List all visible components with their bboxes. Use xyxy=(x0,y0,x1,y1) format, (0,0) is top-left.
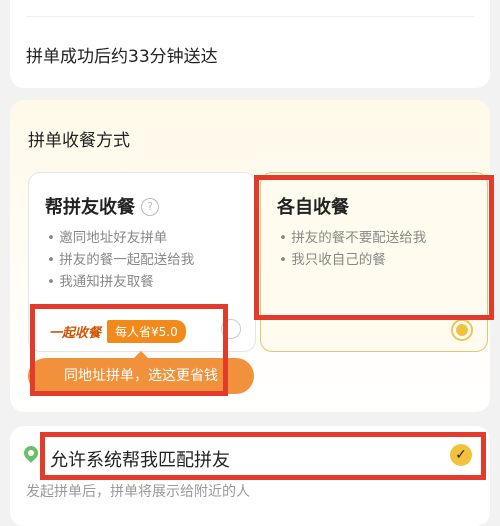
option-bullets: • 拼友的餐不要配送给我 • 我只收自己的餐 xyxy=(279,227,426,271)
match-description: 发起拼单后，拼单将展示给附近的人 xyxy=(26,484,250,500)
match-card: 允许系统帮我匹配拼友 ✓ 发起拼单后，拼单将展示给附近的人 xyxy=(10,426,490,526)
bullet-item: • 拼友的餐不要配送给我 xyxy=(279,230,427,246)
option-collect-separately[interactable]: 各自收餐 • 拼友的餐不要配送给我 • 我只收自己的餐 xyxy=(260,172,488,352)
bullet-item: • 邀同地址好友拼单 xyxy=(47,230,168,246)
delivery-card: 拼单成功后约33分钟送达 xyxy=(10,0,490,88)
section-title: 拼单收餐方式 xyxy=(28,131,130,151)
savings-badge: 每人省¥5.0 xyxy=(107,319,186,343)
option-title: 帮拼友收餐? xyxy=(45,193,159,219)
option-radio-selected[interactable] xyxy=(451,319,473,341)
bullet-item: • 我只收自己的餐 xyxy=(279,252,386,268)
savings-tag: 一起收餐 每人省¥5.0 xyxy=(49,319,186,343)
bullet-item: • 拼友的餐一起配送给我 xyxy=(47,252,195,268)
divider xyxy=(26,16,474,17)
delivery-estimate: 拼单成功后约33分钟送达 xyxy=(26,47,218,67)
pickup-method-card: 拼单收餐方式 帮拼友收餐? • 邀同地址好友拼单 • 拼友的餐一起配送给我 • … xyxy=(10,100,490,412)
option-help-friends-collect[interactable]: 帮拼友收餐? • 邀同地址好友拼单 • 拼友的餐一起配送给我 • 我通知拼友取餐… xyxy=(28,172,256,352)
location-pin-icon xyxy=(21,443,41,463)
promo-banner: 同地址拼单，选这更省钱 xyxy=(28,351,254,394)
match-label: 允许系统帮我匹配拼友 xyxy=(50,450,230,471)
option-radio[interactable] xyxy=(221,319,241,339)
check-icon[interactable]: ✓ xyxy=(450,444,472,466)
option-title: 各自收餐 xyxy=(277,197,349,218)
bullet-item: • 我通知拼友取餐 xyxy=(47,274,154,290)
question-circle-icon[interactable]: ? xyxy=(141,198,159,216)
option-bullets: • 邀同地址好友拼单 • 拼友的餐一起配送给我 • 我通知拼友取餐 xyxy=(47,227,194,293)
together-label: 一起收餐 xyxy=(49,325,102,341)
